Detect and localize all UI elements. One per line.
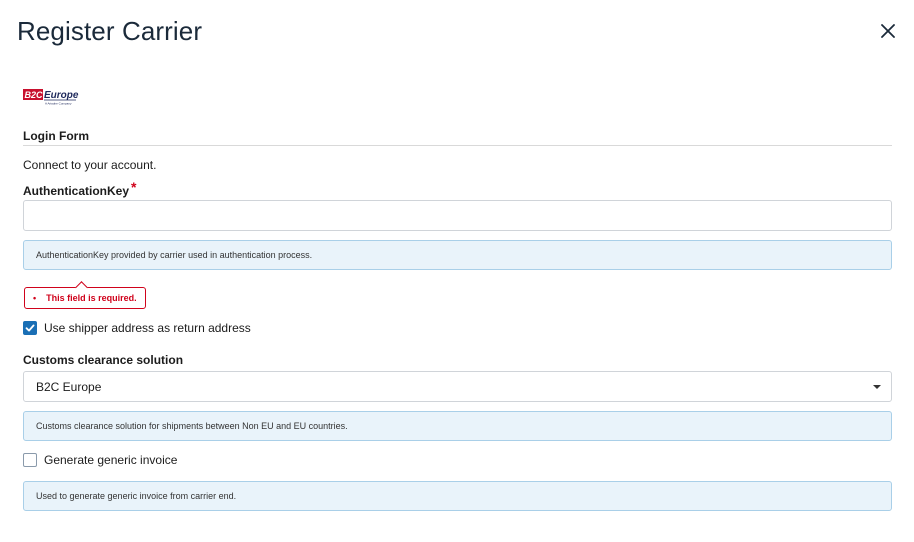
section-divider [23,145,892,146]
auth-key-label-text: AuthenticationKey [23,184,130,198]
use-shipper-address-checkbox[interactable] [23,321,37,335]
error-message: This field is required. [46,293,137,303]
customs-select[interactable]: B2C Europe [23,371,892,402]
close-icon[interactable] [881,24,895,38]
auth-key-input[interactable] [23,200,892,231]
chevron-down-icon [873,385,881,389]
carrier-logo: B2C Europe A Ariadne Company [23,89,79,106]
customs-help: Customs clearance solution for shipments… [23,411,892,441]
svg-text:A Ariadne Company: A Ariadne Company [45,102,72,106]
generic-invoice-checkbox[interactable] [23,453,37,467]
intro-text: Connect to your account. [23,158,157,172]
generic-invoice-help: Used to generate generic invoice from ca… [23,481,892,511]
use-shipper-address-label: Use shipper address as return address [44,321,251,335]
svg-text:B2C: B2C [25,90,44,100]
auth-key-help: AuthenticationKey provided by carrier us… [23,240,892,270]
required-marker: * [131,179,137,195]
auth-key-error: • This field is required. [24,287,146,309]
customs-selected-value: B2C Europe [36,379,102,394]
dialog-title: Register Carrier [17,16,203,46]
generic-invoice-label: Generate generic invoice [44,453,178,467]
auth-key-label: AuthenticationKey * [23,179,137,198]
customs-label: Customs clearance solution [23,353,184,367]
close-button[interactable] [877,20,899,42]
svg-text:Europe: Europe [44,90,79,101]
error-bullet: • [33,293,37,303]
checkmark-icon [25,324,35,332]
use-shipper-address-row[interactable]: Use shipper address as return address [23,321,251,335]
login-form-heading: Login Form [23,129,89,143]
generic-invoice-row[interactable]: Generate generic invoice [23,453,177,467]
